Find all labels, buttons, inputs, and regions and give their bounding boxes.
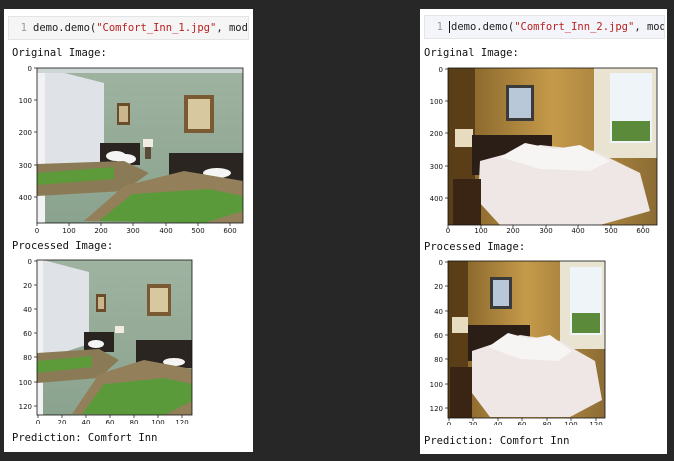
orig-x-tick-label: 300 — [126, 227, 139, 233]
proc-x-tick-label: 40 — [82, 419, 91, 424]
orig-x-tick-label: 300 — [539, 227, 552, 233]
original-image-label: Original Image: — [12, 47, 107, 59]
orig-x-ticks: 0 100 200 300 400 500 600 — [35, 223, 237, 235]
proc-y-tick-label: 120 — [19, 403, 32, 411]
orig-y-tick-label: 400 — [19, 194, 32, 202]
notebook-output-left: 1 demo.demo("Comfort_Inn_1.jpg", model) O… — [4, 9, 253, 452]
code-args: , model) — [216, 22, 248, 34]
proc-y-tick-label: 40 — [434, 308, 443, 316]
prediction-text: Prediction: Comfort Inn — [424, 435, 570, 447]
orig-x-tick-label: 400 — [571, 227, 584, 233]
orig-y-tick-label: 0 — [28, 65, 32, 73]
orig-y-tick-label: 0 — [439, 66, 443, 74]
processed-image-label: Processed Image: — [12, 240, 114, 252]
code-call: demo.demo( — [451, 21, 515, 33]
orig-x-tick-label: 100 — [474, 227, 487, 233]
processed-image-label: Processed Image: — [424, 241, 526, 253]
proc-x-ticks: 0 20 40 60 80 100 120 — [36, 415, 189, 427]
orig-y-tick-label: 300 — [430, 163, 443, 171]
processed-image-plot: 0 20 40 60 80 100 120 0 20 40 60 80 100 … — [4, 254, 253, 428]
orig-x-tick-label: 600 — [636, 227, 649, 233]
original-image-plot: 0 100 200 300 400 0 100 200 300 400 500 — [420, 61, 667, 237]
proc-x-tick-label: 100 — [151, 419, 164, 424]
proc-x-tick-label: 120 — [175, 419, 188, 424]
original-image-label: Original Image: — [424, 47, 519, 59]
orig-x-tick-label: 0 — [446, 227, 450, 233]
proc-x-tick-label: 60 — [518, 421, 527, 425]
proc-y-tick-label: 120 — [430, 405, 443, 413]
orig-y-ticks: 0 100 200 300 400 — [430, 66, 448, 203]
original-image-axes: 0 100 200 300 400 0 100 200 300 400 500 — [19, 65, 244, 235]
proc-y-tick-label: 60 — [23, 330, 32, 338]
orig-x-ticks: 0 100 200 300 400 500 600 — [446, 225, 650, 235]
proc-y-tick-label: 60 — [434, 332, 443, 340]
proc-x-tick-label: 40 — [494, 421, 503, 425]
proc-y-tick-label: 20 — [434, 283, 443, 291]
processed-image-axes: 0 20 40 60 80 100 120 0 20 40 60 80 100 … — [430, 259, 606, 429]
orig-x-tick-label: 500 — [604, 227, 617, 233]
proc-x-tick-label: 0 — [447, 421, 451, 425]
orig-x-tick-label: 0 — [35, 227, 39, 233]
code-cell[interactable]: 1 demo.demo("Comfort_Inn_1.jpg", model) — [8, 16, 249, 40]
processed-image-plot: 0 20 40 60 80 100 120 0 20 40 60 80 100 … — [420, 255, 667, 429]
code-call: demo.demo( — [33, 22, 97, 34]
proc-x-tick-label: 20 — [469, 421, 478, 425]
orig-y-ticks: 0 100 200 300 400 — [19, 65, 37, 202]
proc-x-ticks: 0 20 40 60 80 100 120 — [447, 418, 603, 429]
orig-x-tick-label: 600 — [223, 227, 236, 233]
proc-y-tick-label: 100 — [19, 379, 32, 387]
proc-x-tick-label: 100 — [564, 421, 577, 425]
line-number: 1 — [20, 22, 27, 34]
orig-y-tick-label: 100 — [19, 97, 32, 105]
processed-image-axes: 0 20 40 60 80 100 120 0 20 40 60 80 100 … — [19, 258, 193, 427]
proc-x-tick-label: 0 — [36, 419, 40, 424]
orig-y-tick-label: 400 — [430, 195, 443, 203]
proc-y-tick-label: 40 — [23, 306, 32, 314]
orig-y-tick-label: 200 — [430, 130, 443, 138]
proc-y-ticks: 0 20 40 60 80 100 120 — [430, 259, 448, 413]
notebook-output-right: 1 demo.demo("Comfort_Inn_2.jpg", model) O… — [420, 9, 667, 454]
proc-y-tick-label: 20 — [23, 282, 32, 290]
proc-x-tick-label: 80 — [130, 419, 139, 424]
orig-x-tick-label: 200 — [94, 227, 107, 233]
text-cursor — [449, 21, 450, 33]
proc-x-tick-label: 120 — [589, 421, 602, 425]
orig-y-tick-label: 100 — [430, 98, 443, 106]
original-image-axes: 0 100 200 300 400 0 100 200 300 400 500 — [430, 66, 658, 235]
proc-y-tick-label: 0 — [439, 259, 443, 267]
proc-y-tick-label: 80 — [434, 356, 443, 364]
prediction-text: Prediction: Comfort Inn — [12, 432, 158, 444]
orig-x-tick-label: 200 — [506, 227, 519, 233]
code-args: , model) — [634, 21, 665, 33]
code-cell-active[interactable]: 1 demo.demo("Comfort_Inn_2.jpg", model) — [424, 15, 665, 39]
original-image-plot: 0 100 200 300 400 0 100 200 300 400 500 — [4, 61, 253, 237]
orig-y-tick-label: 300 — [19, 162, 32, 170]
code-string: "Comfort_Inn_1.jpg" — [96, 22, 217, 34]
proc-x-tick-label: 80 — [543, 421, 552, 425]
orig-y-tick-label: 200 — [19, 129, 32, 137]
proc-y-tick-label: 0 — [28, 258, 32, 266]
orig-x-tick-label: 100 — [62, 227, 75, 233]
orig-x-tick-label: 400 — [159, 227, 172, 233]
proc-y-tick-label: 80 — [23, 354, 32, 362]
line-number: 1 — [436, 21, 443, 33]
code-string: "Comfort_Inn_2.jpg" — [514, 21, 635, 33]
proc-y-tick-label: 100 — [430, 381, 443, 389]
orig-x-tick-label: 500 — [191, 227, 204, 233]
proc-y-ticks: 0 20 40 60 80 100 120 — [19, 258, 37, 411]
proc-x-tick-label: 20 — [58, 419, 67, 424]
proc-x-tick-label: 60 — [106, 419, 115, 424]
